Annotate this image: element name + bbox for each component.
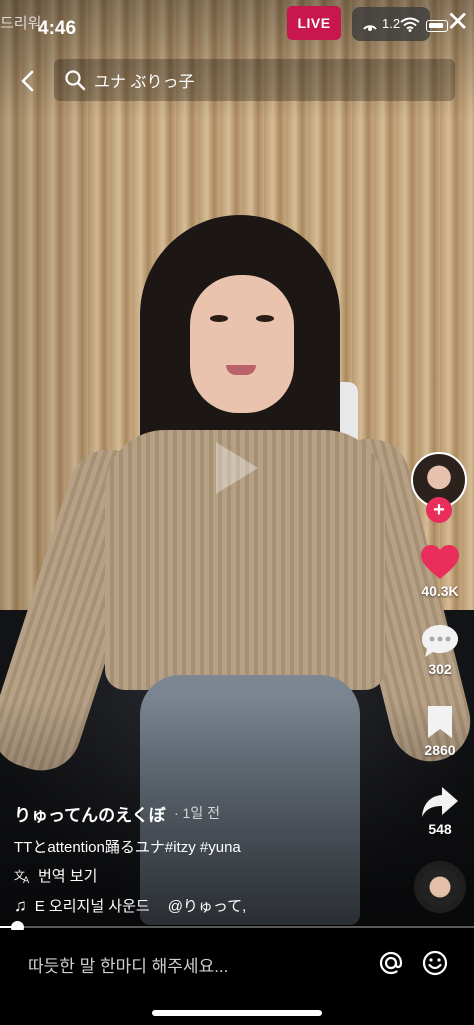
video-eye-right <box>256 315 274 322</box>
post-time: · 1일 전 <box>174 805 220 821</box>
sound-row[interactable]: ♫ E 오리지널 사운드 @りゅって, <box>14 895 246 916</box>
progress-track[interactable] <box>0 926 474 928</box>
emoji-icon[interactable] <box>421 949 449 977</box>
status-bar: 드리워 4:46 LIVE 1.2 ✕ <box>0 0 474 50</box>
video-player[interactable] <box>0 0 474 925</box>
status-pill: 1.2 <box>352 7 430 41</box>
play-icon[interactable] <box>216 442 258 494</box>
like-button[interactable]: 40.3K <box>408 545 472 599</box>
like-count: 40.3K <box>421 583 459 599</box>
battery-icon <box>426 20 448 32</box>
translate-button[interactable]: 文 A 번역 보기 <box>14 865 97 886</box>
live-button[interactable]: LIVE <box>287 6 341 40</box>
share-count: 548 <box>428 821 452 837</box>
video-face <box>190 275 294 413</box>
home-indicator <box>152 1010 322 1016</box>
signal-icon <box>363 25 377 31</box>
music-disc[interactable] <box>414 861 466 913</box>
search-input[interactable]: ユナ ぶりっ子 <box>54 59 455 101</box>
share-button[interactable]: 548 <box>408 785 472 837</box>
status-time: 4:46 <box>38 18 77 39</box>
comment-input[interactable]: 따듯한 말 한마디 해주세요... <box>28 952 228 977</box>
translate-label: 번역 보기 <box>38 868 98 885</box>
search-query: ユナ ぶりっ子 <box>94 74 195 91</box>
share-icon <box>422 787 458 817</box>
svg-text:A: A <box>23 876 30 884</box>
wifi-icon <box>400 17 420 32</box>
back-icon[interactable] <box>14 66 44 96</box>
translate-icon: 文 A <box>14 868 30 884</box>
follow-button[interactable]: + <box>426 497 452 523</box>
comment-button[interactable]: 302 <box>408 623 472 677</box>
comment-count: 302 <box>428 661 452 677</box>
sound-author: @りゅって, <box>167 898 247 915</box>
post-caption[interactable]: TTとattention踊るユナ#itzy #yuna <box>14 836 241 857</box>
save-count: 2860 <box>424 742 456 758</box>
music-note-icon: ♫ <box>14 895 27 915</box>
back-to-app-label[interactable]: 드리워 <box>0 12 41 33</box>
author-name[interactable]: りゅってんのえくぼ <box>14 801 166 826</box>
search-icon <box>65 70 86 91</box>
close-icon[interactable]: ✕ <box>446 8 469 36</box>
heart-icon <box>421 545 459 579</box>
comment-bar: 따듯한 말 한마디 해주세요... <box>0 930 474 1025</box>
save-button[interactable]: 2860 <box>408 704 472 758</box>
signal-count: 1.2 <box>382 16 401 31</box>
sound-title: E 오리지널 사운드 <box>34 898 150 915</box>
comment-icon <box>422 625 458 657</box>
bookmark-icon <box>428 706 452 738</box>
mention-icon[interactable] <box>377 949 405 977</box>
video-eye-left <box>210 315 228 322</box>
